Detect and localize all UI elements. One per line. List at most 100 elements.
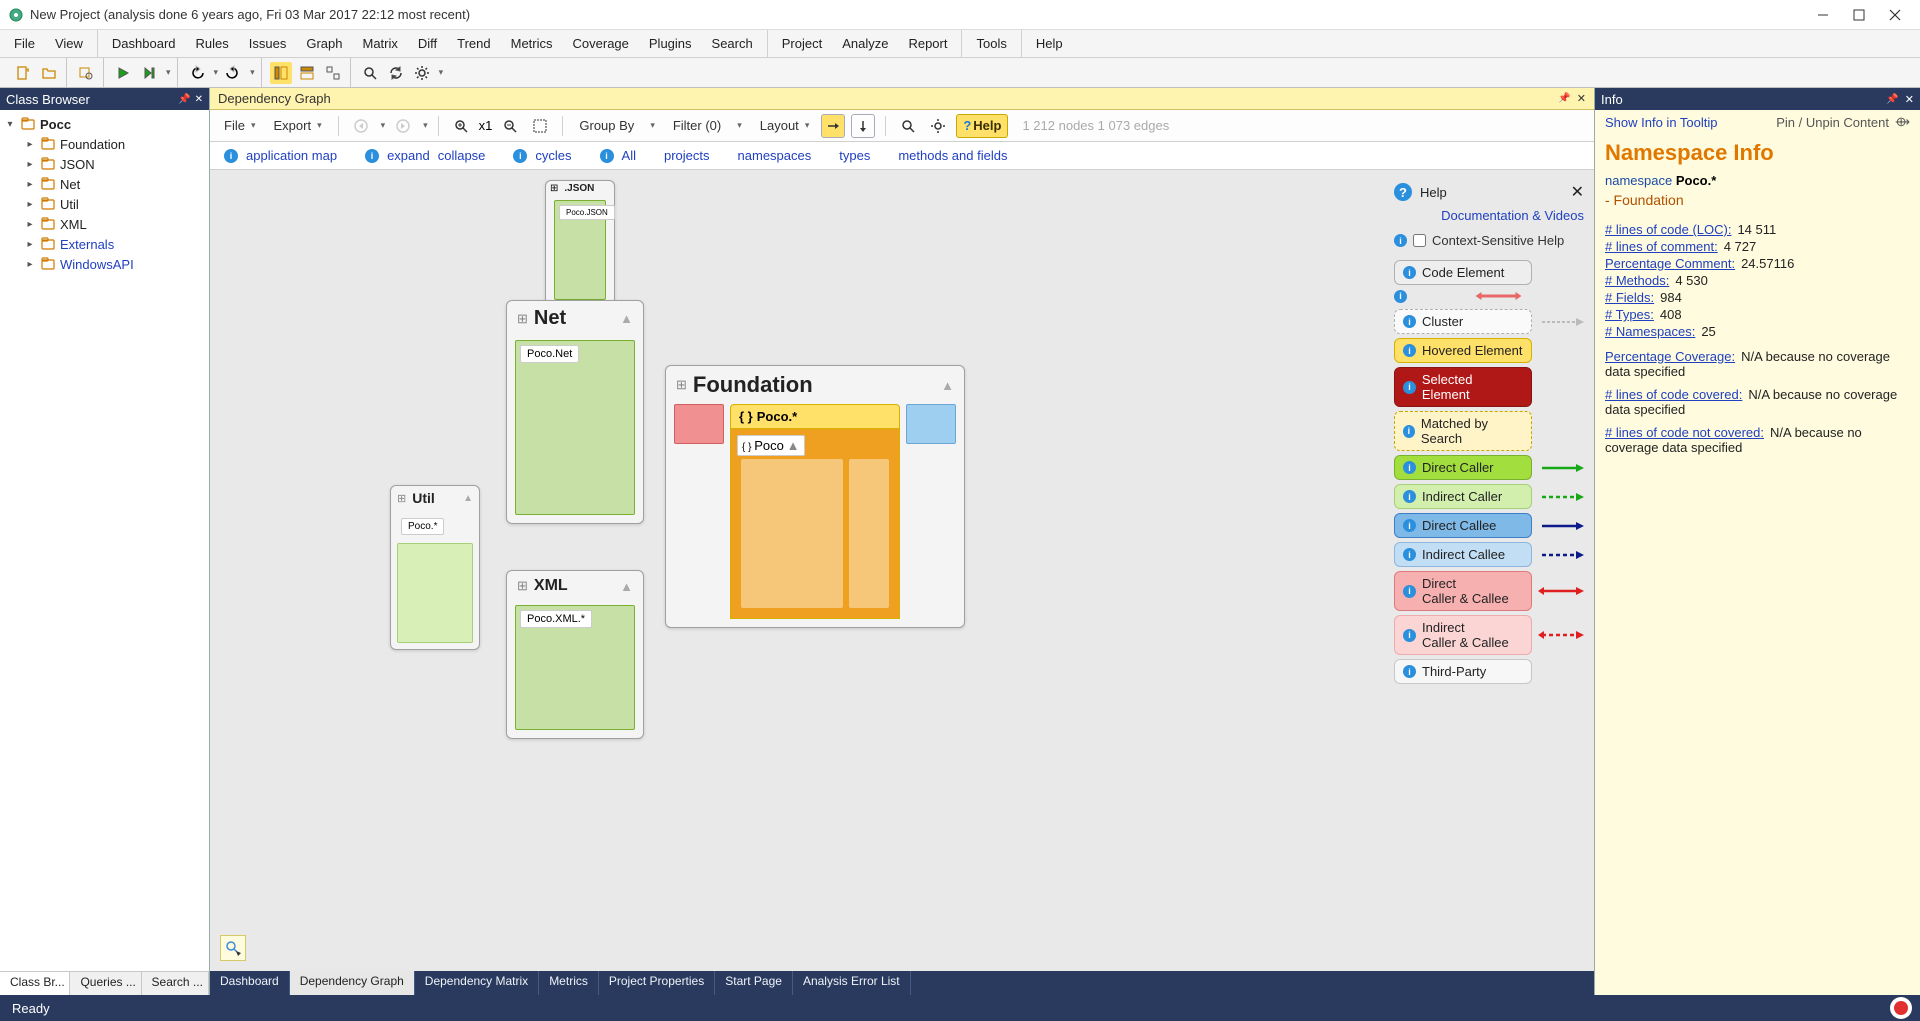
metric-label[interactable]: # Fields:	[1605, 290, 1654, 305]
chevron-down-icon[interactable]: ▾	[250, 67, 255, 78]
pin-label[interactable]: Pin / Unpin Content	[1776, 115, 1889, 130]
node-xml[interactable]: ⊞XML▲ Poco.XML.*	[506, 570, 644, 739]
menu-diff[interactable]: Diff	[408, 32, 447, 55]
tb-layout1-icon[interactable]	[270, 62, 292, 84]
tab-dep-graph[interactable]: Dependency Graph	[290, 971, 415, 995]
doc-videos-link[interactable]: Documentation & Videos	[1394, 208, 1584, 223]
menu-search[interactable]: Search	[702, 32, 763, 55]
tree-item-windowsapi[interactable]: ▸ WindowsAPI	[20, 254, 209, 274]
tb-find-icon[interactable]	[75, 62, 97, 84]
close-button[interactable]	[1886, 6, 1904, 24]
menu-matrix[interactable]: Matrix	[352, 32, 407, 55]
menu-plugins[interactable]: Plugins	[639, 32, 702, 55]
tree-item-externals[interactable]: ▸ Externals	[20, 234, 209, 254]
record-indicator-icon[interactable]	[1894, 1001, 1908, 1015]
menu-project[interactable]: Project	[772, 32, 832, 55]
link-all[interactable]: All	[622, 148, 636, 163]
tb-gear-icon[interactable]	[411, 62, 433, 84]
tb-back-icon[interactable]	[186, 62, 208, 84]
dep-layout-menu[interactable]: Layout▾	[754, 114, 816, 137]
tab-metrics[interactable]: Metrics	[539, 971, 599, 995]
tab-search[interactable]: Search ...	[142, 972, 209, 995]
chevron-down-icon[interactable]: ▾	[166, 67, 171, 78]
menu-dashboard[interactable]: Dashboard	[102, 32, 186, 55]
coverage-label[interactable]: Percentage Coverage:	[1605, 349, 1735, 364]
link-types[interactable]: types	[839, 148, 870, 163]
minimize-button[interactable]	[1814, 6, 1832, 24]
node-foundation[interactable]: ⊞Foundation▲ { }Poco.* { } Poco ▲	[665, 365, 965, 628]
menu-trend[interactable]: Trend	[447, 32, 500, 55]
metric-label[interactable]: # Namespaces:	[1605, 324, 1695, 339]
chevron-down-icon[interactable]: ▾	[381, 120, 386, 131]
tb-search-icon[interactable]	[359, 62, 381, 84]
metric-label[interactable]: Percentage Comment:	[1605, 256, 1735, 271]
node-util[interactable]: ⊞Util▲ Poco.*	[390, 485, 480, 650]
graph-canvas[interactable]: ⊞.JSON Poco.JSON ⊞Net▲ Poco.Net ⊞Util▲ P…	[210, 170, 1594, 971]
chevron-down-icon[interactable]: ▾	[214, 67, 219, 78]
link-namespaces[interactable]: namespaces	[738, 148, 812, 163]
pin-icon[interactable]: 📌	[1886, 94, 1898, 105]
maximize-button[interactable]	[1850, 6, 1868, 24]
dep-filter-menu[interactable]: Filter (0)▾	[667, 114, 748, 137]
tab-analysis-errors[interactable]: Analysis Error List	[793, 971, 911, 995]
metric-label[interactable]: # lines of code (LOC):	[1605, 222, 1731, 237]
close-icon[interactable]: ✕	[1571, 182, 1584, 202]
tab-dashboard[interactable]: Dashboard	[210, 971, 290, 995]
tree-root[interactable]: ▾ Pocc	[0, 114, 209, 134]
tab-dep-matrix[interactable]: Dependency Matrix	[415, 971, 539, 995]
dep-groupby-menu[interactable]: Group By▾	[573, 114, 660, 137]
link-cycles[interactable]: cycles	[535, 148, 571, 163]
metric-label[interactable]: # Types:	[1605, 307, 1654, 322]
search-icon[interactable]	[896, 114, 920, 138]
chevron-down-icon[interactable]: ▾	[439, 67, 444, 78]
menu-help[interactable]: Help	[1026, 32, 1073, 55]
dep-export-menu[interactable]: Export▾	[267, 114, 327, 137]
gear-icon[interactable]	[926, 114, 950, 138]
tree-item-net[interactable]: ▸ Net	[20, 174, 209, 194]
menu-view[interactable]: View	[45, 32, 93, 55]
zoom-cursor-icon[interactable]	[220, 935, 246, 961]
node-net[interactable]: ⊞Net▲ Poco.Net	[506, 300, 644, 524]
tab-class-browser[interactable]: Class Br...	[0, 972, 70, 995]
menu-issues[interactable]: Issues	[239, 32, 297, 55]
menu-graph[interactable]: Graph	[296, 32, 352, 55]
tb-run-step-icon[interactable]	[138, 62, 160, 84]
menu-metrics[interactable]: Metrics	[501, 32, 563, 55]
coverage-label[interactable]: # lines of code not covered:	[1605, 425, 1764, 440]
pin-icon[interactable]: ⟴	[1895, 114, 1910, 130]
nav-forward-icon[interactable]	[391, 114, 415, 138]
coverage-label[interactable]: # lines of code covered:	[1605, 387, 1742, 402]
help-button[interactable]: ?Help	[956, 114, 1008, 138]
tb-refresh-icon[interactable]	[385, 62, 407, 84]
tb-forward-icon[interactable]	[222, 62, 244, 84]
tree-item-json[interactable]: ▸ JSON	[20, 154, 209, 174]
nav-back-icon[interactable]	[349, 114, 373, 138]
link-collapse[interactable]: collapse	[438, 148, 486, 163]
menu-file[interactable]: File	[4, 32, 45, 55]
metric-label[interactable]: # lines of comment:	[1605, 239, 1718, 254]
layout-tb-icon[interactable]	[851, 114, 875, 138]
cshelp-checkbox[interactable]	[1413, 234, 1426, 247]
link-expand[interactable]: expand	[387, 148, 430, 163]
tab-start-page[interactable]: Start Page	[715, 971, 793, 995]
link-appmap[interactable]: application map	[246, 148, 337, 163]
link-methods[interactable]: methods and fields	[898, 148, 1007, 163]
tb-open-icon[interactable]	[38, 62, 60, 84]
menu-tools[interactable]: Tools	[966, 32, 1016, 55]
metric-label[interactable]: # Methods:	[1605, 273, 1669, 288]
tb-layout2-icon[interactable]	[296, 62, 318, 84]
dep-file-menu[interactable]: File▾	[218, 114, 261, 137]
tree-item-xml[interactable]: ▸ XML	[20, 214, 209, 234]
menu-report[interactable]: Report	[898, 32, 957, 55]
zoom-out-icon[interactable]	[498, 114, 522, 138]
menu-analyze[interactable]: Analyze	[832, 32, 898, 55]
tb-run-icon[interactable]	[112, 62, 134, 84]
close-icon[interactable]: ✕	[1905, 93, 1914, 106]
menu-coverage[interactable]: Coverage	[563, 32, 639, 55]
tab-queries[interactable]: Queries ...	[70, 972, 141, 995]
node-json[interactable]: ⊞.JSON Poco.JSON	[545, 180, 615, 309]
tooltip-link[interactable]: Show Info in Tooltip	[1605, 115, 1718, 130]
tb-new-icon[interactable]	[12, 62, 34, 84]
link-projects[interactable]: projects	[664, 148, 710, 163]
tb-layout3-icon[interactable]	[322, 62, 344, 84]
